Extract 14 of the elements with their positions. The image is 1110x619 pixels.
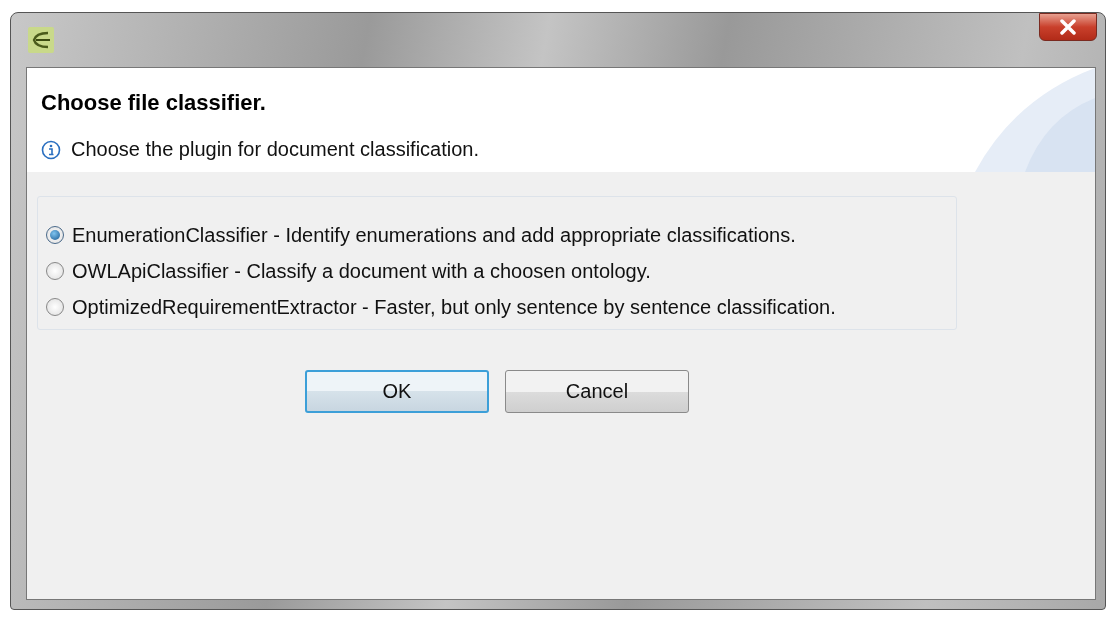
close-button[interactable] (1039, 13, 1097, 41)
info-message: Choose the plugin for document classification. (71, 138, 479, 161)
radio-button[interactable] (46, 298, 64, 316)
ok-button[interactable]: OK (305, 370, 489, 413)
radio-button[interactable] (46, 226, 64, 244)
close-icon (1059, 19, 1077, 35)
app-icon (28, 27, 54, 53)
radio-option[interactable]: OWLApiClassifier - Classify a document with a choosen ontology. (46, 253, 956, 289)
dialog-title: Choose file classifier. (41, 90, 267, 116)
radio-option[interactable]: OptimizedRequirementExtractor - Faster, but only sentence by sentence classification. (46, 289, 956, 325)
info-icon (41, 139, 61, 160)
radio-option[interactable]: EnumerationClassifier - Identify enumerations and add appropriate classifications. (46, 217, 956, 253)
radio-button[interactable] (46, 262, 64, 280)
cancel-button[interactable]: Cancel (505, 370, 689, 413)
